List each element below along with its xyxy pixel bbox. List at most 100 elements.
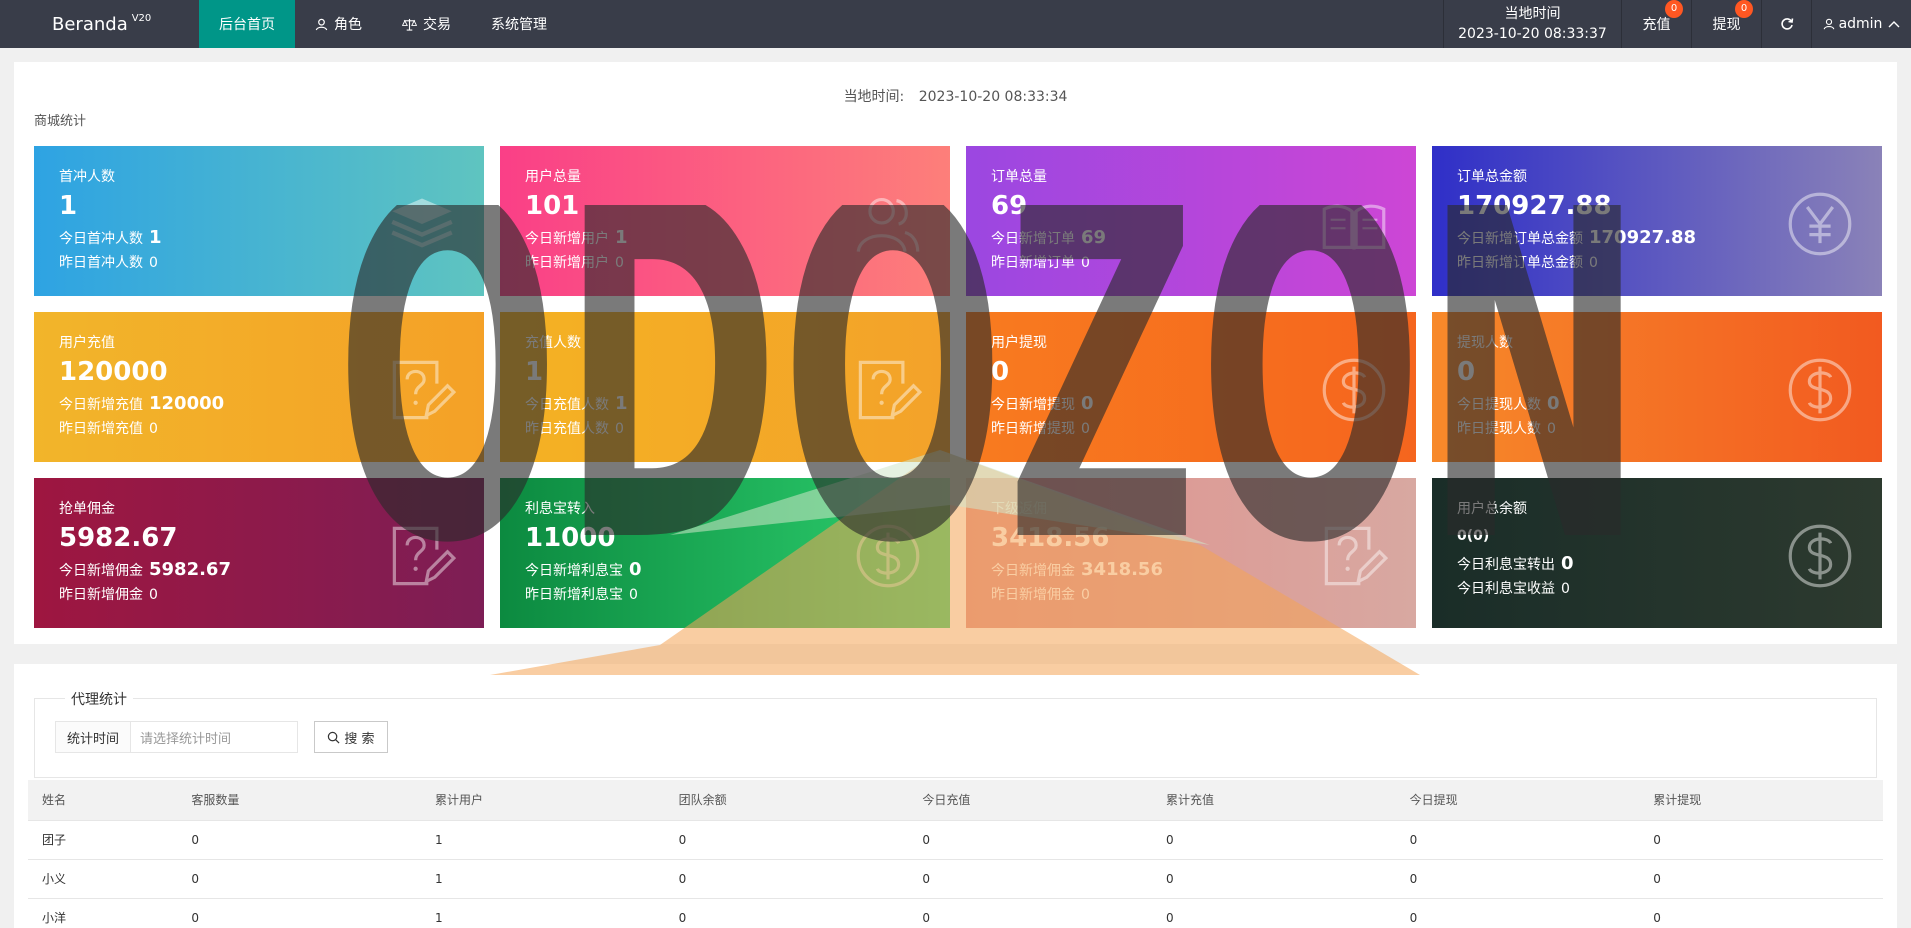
refresh-button[interactable] — [1761, 0, 1811, 48]
refresh-icon — [1780, 18, 1793, 30]
stat-card-today-label: 今日新增充值 — [59, 397, 143, 413]
stat-card: 首冲人数 1 今日首冲人数 1 昨日首冲人数 0 — [34, 146, 484, 296]
table-cell: 0 — [1639, 898, 1883, 928]
nav-item-trade[interactable]: 交易 — [382, 0, 471, 48]
stat-card-title: 充值人数 — [525, 335, 581, 351]
filter-time-input[interactable]: 请选择统计时间 — [130, 721, 298, 753]
table-cell: 0 — [1151, 898, 1396, 928]
table-header-cell: 客服数量 — [177, 780, 422, 821]
table-cell: 0 — [664, 898, 909, 928]
table-row[interactable]: 小义 0 1 0 0 0 0 0 — [28, 859, 1883, 899]
withdraw-label: 提现 — [1712, 17, 1741, 33]
table-cell: 0 — [664, 859, 909, 899]
dollar-icon — [1320, 356, 1388, 424]
stat-card-yesterday-label: 昨日首冲人数 — [59, 255, 143, 271]
stat-card-today-label: 今日新增用户 — [525, 231, 609, 247]
table-row[interactable]: 小洋 0 1 0 0 0 0 0 — [28, 898, 1883, 928]
stat-card-today-label: 今日新增佣金 — [991, 563, 1075, 579]
stat-card-yesterday-value: 0 — [629, 587, 638, 603]
nav-item-label: 后台首页 — [219, 17, 275, 33]
table-cell: 0 — [177, 859, 422, 899]
user-name: admin — [1838, 16, 1883, 32]
stat-card-today-label: 今日首冲人数 — [59, 231, 143, 247]
recharge-button[interactable]: 充值 0 — [1621, 0, 1691, 48]
edit-icon — [388, 522, 457, 590]
stat-card: 提现人数 0 今日提现人数 0 昨日提现人数 0 — [1432, 312, 1882, 462]
edit-icon — [854, 356, 923, 424]
main-nav: 后台首页 角色 交易 系统管理 — [199, 0, 567, 48]
stat-card-yesterday-value: 0 — [149, 421, 158, 437]
dollar-icon — [1786, 522, 1854, 590]
stat-card-yesterday-value: 0 — [1081, 421, 1090, 437]
stat-card-yesterday-label: 昨日新增充值 — [59, 421, 143, 437]
stat-card: 用户总量 101 今日新增用户 1 昨日新增用户 0 — [500, 146, 950, 296]
stat-card: 下级返佣 3418.56 今日新增佣金 3418.56 昨日新增佣金 0 — [966, 478, 1416, 628]
app-logo[interactable]: Beranda V20 — [0, 0, 199, 48]
recharge-badge: 0 — [1665, 0, 1683, 18]
stat-card-yesterday-value: 0 — [1561, 581, 1570, 597]
table-header-cell: 今日充值 — [908, 780, 1152, 821]
stat-card-yesterday-label: 昨日新增利息宝 — [525, 587, 623, 603]
stat-card-yesterday-label: 昨日新增订单 — [991, 255, 1075, 271]
stat-card-today-label: 今日新增提现 — [991, 397, 1075, 413]
nav-item-system[interactable]: 系统管理 — [471, 0, 567, 48]
stat-card-today-value: 0 — [629, 559, 642, 580]
stat-card-yesterday-label: 昨日新增提现 — [991, 421, 1075, 437]
table-cell: 0 — [1395, 820, 1640, 860]
scale-icon — [402, 18, 417, 31]
stat-card-title: 下级返佣 — [991, 501, 1047, 517]
stat-card-today-value: 69 — [1081, 227, 1107, 248]
store-stats-panel: 当地时间: 2023-10-20 08:33:34 商城统计 首冲人数 1 今日首冲… — [14, 62, 1897, 644]
search-icon — [328, 731, 340, 743]
stat-card: 用户总余额 0(0) 今日利息宝转出 0 今日利息宝收益 0 — [1432, 478, 1882, 628]
users-icon — [854, 190, 922, 258]
nav-item-home[interactable]: 后台首页 — [199, 0, 295, 48]
table-cell: 小义 — [28, 859, 178, 899]
stat-card-title: 首冲人数 — [59, 169, 115, 185]
table-header-cell: 今日提现 — [1395, 780, 1640, 821]
recharge-label: 充值 — [1642, 17, 1671, 33]
stat-card-today-label: 今日利息宝转出 — [1457, 557, 1555, 573]
header-right: 当地时间 2023-10-20 08:33:37 充值 0 提现 0 admin — [1443, 0, 1911, 48]
search-button[interactable]: 搜 索 — [314, 721, 388, 753]
table-cell: 0 — [908, 820, 1152, 860]
filter-time-label: 统计时间 — [55, 721, 131, 753]
table-header-cell: 累计用户 — [421, 780, 665, 821]
nav-item-label: 交易 — [423, 17, 451, 33]
stat-card-yesterday-value: 0 — [149, 587, 158, 603]
table-cell: 0 — [1639, 859, 1883, 899]
stat-card-today-value: 120000 — [149, 393, 225, 414]
table-cell: 0 — [177, 820, 422, 860]
stat-card: 抢单佣金 5982.67 今日新增佣金 5982.67 昨日新增佣金 0 — [34, 478, 484, 628]
edit-icon — [388, 356, 457, 424]
user-menu[interactable]: admin — [1811, 0, 1911, 48]
stat-card-title: 抢单佣金 — [59, 501, 115, 517]
user-icon — [1823, 18, 1834, 30]
table-cell: 0 — [908, 859, 1152, 899]
stat-card-title: 订单总量 — [991, 169, 1047, 185]
nav-item-roles[interactable]: 角色 — [295, 0, 382, 48]
stat-card-yesterday-label: 昨日充值人数 — [525, 421, 609, 437]
app-name: Beranda — [52, 13, 128, 35]
withdraw-badge: 0 — [1735, 0, 1753, 18]
stat-card-title: 用户总余额 — [1457, 501, 1527, 517]
agent-table: 姓名 客服数量 累计用户 团队余额 今日充值 累计充值 今日提现 累计提现 团子 0 1 0 0 0 0 0… — [28, 780, 1883, 928]
stat-card: 充值人数 1 今日充值人数 1 昨日充值人数 0 — [500, 312, 950, 462]
table-row[interactable]: 团子 0 1 0 0 0 0 0 — [28, 820, 1883, 860]
stat-card-yesterday-value: 0 — [615, 255, 624, 271]
table-cell: 1 — [421, 820, 665, 860]
stat-card-today-label: 今日提现人数 — [1457, 397, 1541, 413]
table-header-cell: 累计充值 — [1151, 780, 1396, 821]
table-cell: 0 — [1151, 859, 1396, 899]
chevron-up-icon — [1888, 21, 1900, 28]
withdraw-button[interactable]: 提现 0 — [1691, 0, 1761, 48]
table-header-cell: 团队余额 — [664, 780, 909, 821]
local-time-label: 当地时间: — [843, 89, 905, 105]
stat-card-yesterday-value: 0 — [1081, 255, 1090, 271]
dollar-icon — [854, 522, 922, 590]
stat-card-title: 利息宝转入 — [525, 501, 595, 517]
table-cell: 团子 — [28, 820, 178, 860]
stat-card-today-label: 今日新增订单总金额 — [1457, 231, 1583, 247]
stat-card: 利息宝转入 11000 今日新增利息宝 0 昨日新增利息宝 0 — [500, 478, 950, 628]
stat-card-today-label: 今日新增订单 — [991, 231, 1075, 247]
